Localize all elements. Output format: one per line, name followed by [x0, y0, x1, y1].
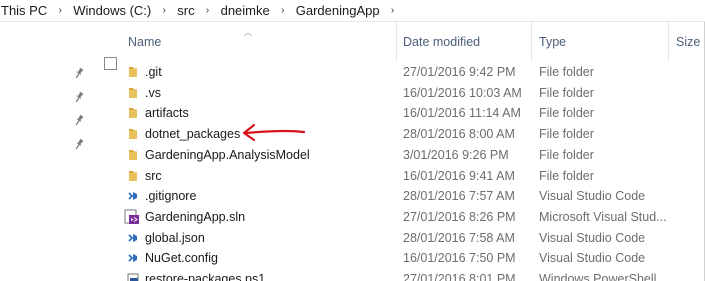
file-name[interactable]: GardeningApp.AnalysisModel [145, 148, 310, 162]
file-date-modified: 16/01/2016 9:41 AM [403, 168, 515, 183]
visual-studio-solution-icon [124, 209, 139, 224]
file-type: Visual Studio Code [539, 251, 646, 266]
breadcrumb-item[interactable]: GardeningApp [296, 3, 380, 18]
breadcrumb-item[interactable]: dneimke [221, 3, 270, 18]
file-type: Visual Studio Code [539, 189, 646, 204]
breadcrumb-item[interactable]: This PC [0, 3, 47, 18]
folder-icon [126, 86, 140, 100]
column-header-row: ︿ Name Date modified Type Size [0, 22, 705, 70]
file-row[interactable]: .vs 16/01/2016 10:03 AM File folder [0, 83, 705, 104]
chevron-right-icon[interactable]: › [195, 5, 221, 16]
column-header-type[interactable]: Type [539, 35, 566, 49]
vscode-file-icon [126, 251, 140, 265]
file-date-modified: 27/01/2016 9:42 PM [403, 65, 516, 79]
breadcrumb-item[interactable]: Windows (C:) [73, 3, 151, 18]
file-date-modified: 16/01/2016 11:14 AM [403, 106, 521, 121]
folder-icon [126, 169, 140, 183]
file-name[interactable]: restore-packages.ps1 [145, 272, 265, 281]
file-type: File folder [539, 147, 594, 162]
file-row[interactable]: GardeningApp.AnalysisModel 3/01/2016 9:26… [0, 145, 705, 166]
file-row[interactable]: .git 27/01/2016 9:42 PM File folder [0, 62, 705, 83]
column-divider[interactable] [396, 22, 397, 62]
file-name[interactable]: .vs [145, 86, 161, 100]
file-name[interactable]: dotnet_packages [145, 127, 240, 141]
sort-ascending-icon: ︿ [244, 28, 252, 37]
file-date-modified: 3/01/2016 9:26 PM [403, 147, 509, 162]
file-name[interactable]: .gitignore [145, 189, 196, 203]
file-name[interactable]: .git [145, 65, 162, 79]
file-type: File folder [539, 106, 594, 121]
file-date-modified: 16/01/2016 10:03 AM [403, 85, 522, 100]
file-date-modified: 28/01/2016 7:58 AM [403, 230, 515, 245]
column-header-size[interactable]: Size [676, 35, 700, 49]
file-name[interactable]: src [145, 169, 162, 183]
column-divider[interactable] [531, 22, 532, 62]
column-header-date-modified[interactable]: Date modified [403, 35, 480, 49]
file-date-modified: 16/01/2016 7:50 PM [403, 251, 516, 266]
file-date-modified: 28/01/2016 7:57 AM [403, 189, 515, 204]
vscode-file-icon [126, 189, 140, 203]
file-row[interactable]: GardeningApp.sln 27/01/2016 8:26 PM Micros… [0, 207, 705, 228]
file-type: Microsoft Visual Stud... [539, 209, 667, 224]
file-row[interactable]: dotnet_packages 28/01/2016 8:00 AM File fo… [0, 124, 705, 145]
folder-icon [126, 127, 140, 141]
file-row[interactable]: global.json 28/01/2016 7:58 AM Visual Stud… [0, 228, 705, 249]
file-name[interactable]: global.json [145, 231, 205, 245]
file-date-modified: 27/01/2016 8:01 PM [403, 272, 516, 281]
file-row[interactable]: .gitignore 28/01/2016 7:57 AM Visual Studi… [0, 186, 705, 207]
folder-icon [126, 148, 140, 162]
chevron-right-icon[interactable]: › [380, 5, 406, 16]
file-type: File folder [539, 127, 594, 142]
file-type: File folder [539, 168, 594, 183]
file-row[interactable]: artifacts 16/01/2016 11:14 AM File folder [0, 103, 705, 124]
chevron-right-icon[interactable]: › [270, 5, 296, 16]
folder-icon [126, 106, 140, 120]
file-name[interactable]: NuGet.config [145, 251, 218, 265]
annotation-arrow-icon [242, 123, 306, 142]
file-row[interactable]: NuGet.config 16/01/2016 7:50 PM Visual Stu… [0, 248, 705, 269]
file-date-modified: 28/01/2016 8:00 AM [403, 127, 515, 142]
chevron-right-icon[interactable]: › [151, 5, 177, 16]
column-header-name[interactable]: Name [128, 35, 161, 49]
vscode-file-icon [126, 231, 140, 245]
column-divider[interactable] [668, 22, 669, 62]
file-row[interactable]: src 16/01/2016 9:41 AM File folder [0, 166, 705, 187]
breadcrumb: This PC › Windows (C:) › src › dneimke › Gardeni… [0, 0, 705, 22]
file-type: Windows PowerShell [539, 272, 657, 281]
file-type: Visual Studio Code [539, 230, 646, 245]
chevron-right-icon[interactable]: › [47, 5, 73, 16]
file-row[interactable]: restore-packages.ps1 27/01/2016 8:01 PM Wi… [0, 269, 705, 281]
breadcrumb-item[interactable]: src [177, 3, 194, 18]
file-type: File folder [539, 65, 594, 79]
file-type: File folder [539, 85, 594, 100]
file-date-modified: 27/01/2016 8:26 PM [403, 209, 516, 224]
folder-icon [126, 65, 140, 79]
powershell-file-icon [126, 272, 140, 281]
file-name[interactable]: artifacts [145, 106, 189, 120]
file-name[interactable]: GardeningApp.sln [145, 210, 245, 224]
